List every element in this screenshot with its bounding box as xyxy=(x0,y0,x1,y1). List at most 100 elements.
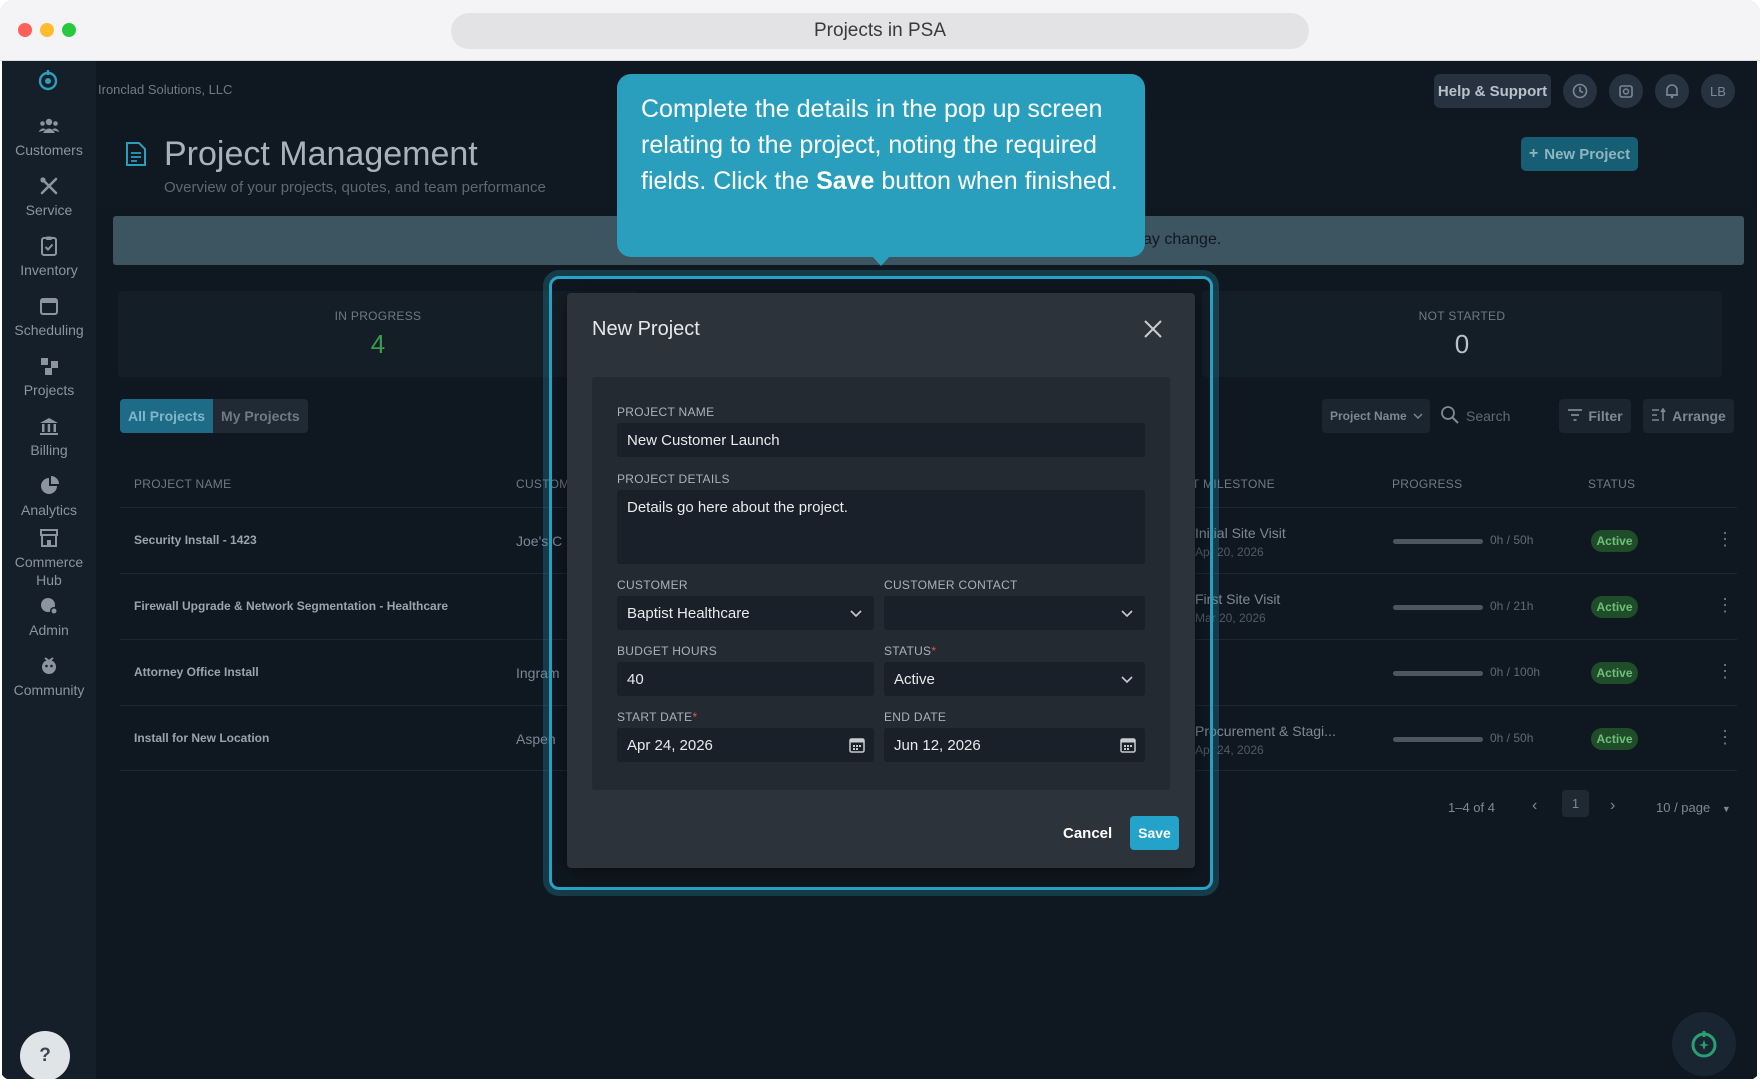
search-box[interactable]: Search xyxy=(1440,399,1540,433)
project-name-label: PROJECT NAME xyxy=(617,405,715,419)
company-name: Ironclad Solutions, LLC xyxy=(98,82,233,97)
app-logo-icon[interactable] xyxy=(35,67,61,93)
admin-icon xyxy=(38,595,60,617)
end-date-input[interactable]: Jun 12, 2026 xyxy=(884,728,1145,762)
chevron-down-icon xyxy=(1119,671,1135,687)
status-select[interactable]: Active xyxy=(884,662,1145,696)
sidebar-item-customers[interactable]: Customers xyxy=(2,115,96,159)
users-icon xyxy=(38,115,60,137)
sidebar-item-analytics[interactable]: Analytics xyxy=(2,475,96,519)
help-support-button[interactable]: Help & Support xyxy=(1434,74,1551,108)
kebab-menu-icon[interactable]: ⋮ xyxy=(1716,662,1734,680)
minimize-window-icon[interactable] xyxy=(40,23,54,37)
search-input[interactable]: Search xyxy=(1466,408,1510,424)
status-label: STATUS* xyxy=(884,644,937,658)
save-button[interactable]: Save xyxy=(1130,816,1179,850)
chevron-down-icon xyxy=(1119,605,1135,621)
page-subtitle: Overview of your projects, quotes, and t… xyxy=(164,179,546,196)
col-header-status[interactable]: STATUS xyxy=(1588,477,1635,491)
budget-hours-label: BUDGET HOURS xyxy=(617,644,718,658)
sidebar-item-scheduling[interactable]: Scheduling xyxy=(2,295,96,339)
sidebar-item-projects[interactable]: Projects xyxy=(2,355,96,399)
screenshot-icon[interactable] xyxy=(1609,74,1643,108)
start-date-input[interactable]: Apr 24, 2026 xyxy=(617,728,874,762)
col-header-project-name[interactable]: PROJECT NAME xyxy=(134,477,231,491)
history-icon[interactable] xyxy=(1563,74,1597,108)
calendar-icon[interactable] xyxy=(848,736,866,754)
col-header-progress[interactable]: PROGRESS xyxy=(1392,477,1462,491)
kebab-menu-icon[interactable]: ⋮ xyxy=(1716,530,1734,548)
page-number[interactable]: 1 xyxy=(1562,790,1589,817)
assistant-logo-icon[interactable] xyxy=(1672,1012,1736,1076)
sort-select[interactable]: Project Name xyxy=(1322,399,1430,433)
calendar-icon xyxy=(38,295,60,317)
help-fab-button[interactable]: ? xyxy=(20,1031,70,1079)
sidebar-item-commerce-hub[interactable]: Commerce Hub xyxy=(2,527,96,589)
document-icon xyxy=(124,141,148,167)
project-scope-tabs: All Projects My Projects xyxy=(120,399,308,433)
dialog-form: PROJECT NAME New Customer Launch PROJECT… xyxy=(592,377,1170,790)
next-page-icon[interactable]: › xyxy=(1610,797,1615,815)
tooltip-arrow xyxy=(872,256,890,266)
end-date-label: END DATE xyxy=(884,710,947,724)
kebab-menu-icon[interactable]: ⋮ xyxy=(1716,596,1734,614)
address-bar[interactable]: Projects in PSA xyxy=(451,13,1309,49)
arrange-button[interactable]: Arrange xyxy=(1643,399,1734,433)
cancel-button[interactable]: Cancel xyxy=(1063,825,1112,842)
filter-icon xyxy=(1567,408,1583,425)
new-project-dialog: New Project PROJECT NAME New Customer La… xyxy=(567,293,1195,868)
budget-hours-input[interactable]: 40 xyxy=(617,662,874,696)
page-size-select[interactable]: 10 / page ▼ xyxy=(1656,800,1731,815)
customer-select[interactable]: Baptist Healthcare xyxy=(617,596,874,630)
guide-tooltip: Complete the details in the pop up scree… xyxy=(617,74,1145,257)
chevron-down-icon xyxy=(848,605,864,621)
dialog-title: New Project xyxy=(592,318,700,340)
tab-my-projects[interactable]: My Projects xyxy=(213,399,308,433)
user-avatar[interactable]: LB xyxy=(1701,74,1735,108)
projects-icon xyxy=(38,355,60,377)
progress-bar xyxy=(1393,737,1483,742)
sidebar-item-service[interactable]: Service xyxy=(2,175,96,219)
tab-all-projects[interactable]: All Projects xyxy=(120,399,214,433)
progress-bar xyxy=(1393,605,1483,610)
new-project-button[interactable]: + New Project xyxy=(1521,137,1638,171)
start-date-label: START DATE* xyxy=(617,710,698,724)
plus-icon: + xyxy=(1528,145,1539,162)
close-icon[interactable] xyxy=(1139,315,1167,343)
browser-window: Projects in PSA Customers Service Invent… xyxy=(0,0,1760,1080)
maximize-window-icon[interactable] xyxy=(62,23,76,37)
project-details-textarea[interactable]: Details go here about the project. xyxy=(617,490,1145,564)
status-badge: Active xyxy=(1591,596,1638,618)
kebab-menu-icon[interactable]: ⋮ xyxy=(1716,728,1734,746)
progress-bar xyxy=(1393,671,1483,676)
sidebar-item-admin[interactable]: Admin xyxy=(2,595,96,639)
caret-down-icon: ▼ xyxy=(1721,804,1731,814)
community-icon xyxy=(38,655,60,677)
sidebar-item-community[interactable]: Community xyxy=(2,655,96,699)
project-name-input[interactable]: New Customer Launch xyxy=(617,423,1145,457)
progress-bar xyxy=(1393,539,1483,544)
pagination-range: 1–4 of 4 xyxy=(1448,800,1495,815)
calendar-icon[interactable] xyxy=(1119,736,1137,754)
customer-label: CUSTOMER xyxy=(617,578,688,592)
browser-titlebar: Projects in PSA xyxy=(0,0,1760,61)
sidebar: Customers Service Inventory Scheduling P… xyxy=(2,61,96,1079)
status-badge: Active xyxy=(1591,662,1638,684)
tools-icon xyxy=(38,175,60,197)
customer-contact-label: CUSTOMER CONTACT xyxy=(884,578,1018,592)
chevron-down-icon xyxy=(1413,409,1423,424)
close-window-icon[interactable] xyxy=(18,23,32,37)
filter-button[interactable]: Filter xyxy=(1559,399,1631,433)
status-badge: Active xyxy=(1591,728,1638,750)
pie-chart-icon xyxy=(38,475,60,497)
clipboard-icon xyxy=(38,235,60,257)
status-badge: Active xyxy=(1591,530,1638,552)
store-icon xyxy=(38,527,60,549)
bell-icon[interactable] xyxy=(1655,74,1689,108)
arrange-icon xyxy=(1651,407,1667,425)
sidebar-item-inventory[interactable]: Inventory xyxy=(2,235,96,279)
bank-icon xyxy=(38,415,60,437)
customer-contact-select[interactable] xyxy=(884,596,1145,630)
sidebar-item-billing[interactable]: Billing xyxy=(2,415,96,459)
prev-page-icon[interactable]: ‹ xyxy=(1532,797,1537,815)
